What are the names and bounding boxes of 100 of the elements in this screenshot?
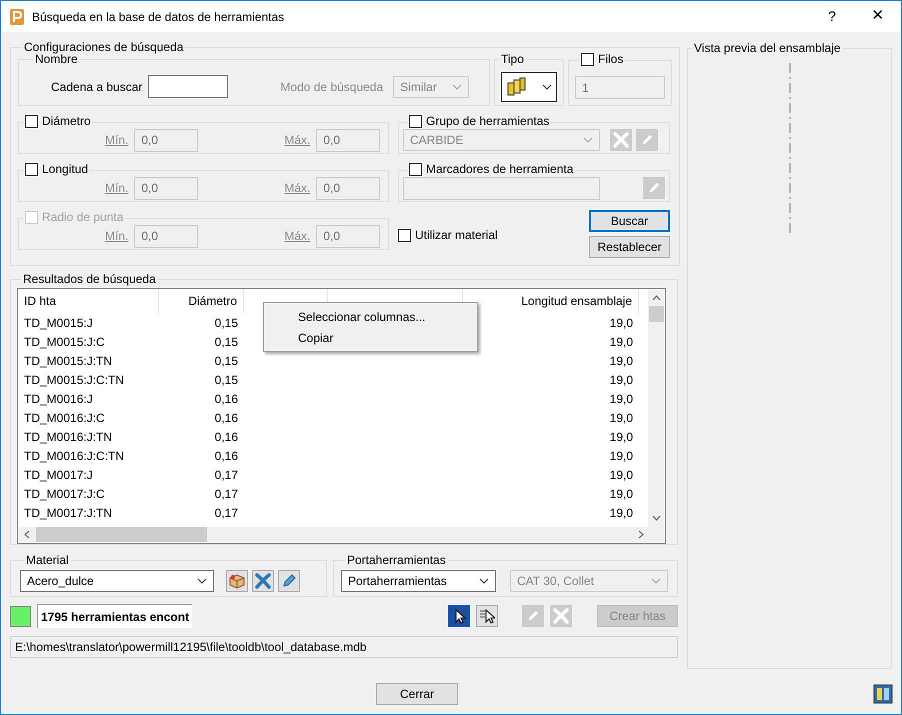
horizontal-scrollbar[interactable]	[18, 526, 665, 543]
table-cell-text: TD_M0015:J	[23, 314, 94, 332]
markers-field[interactable]	[403, 176, 600, 200]
select-list-button[interactable]	[476, 605, 498, 627]
status-indicator	[10, 606, 31, 626]
x-icon	[254, 572, 272, 590]
max-label: Máx.	[284, 132, 310, 149]
max-label: Máx.	[284, 228, 310, 245]
action-button[interactable]: Buscar	[589, 210, 670, 232]
group-label: Tipo	[501, 52, 524, 66]
table-cell-text: 0,16	[214, 448, 239, 464]
checkbox[interactable]	[25, 162, 38, 176]
table-cell-text: 19,0	[608, 390, 634, 408]
edit-material-button[interactable]	[278, 570, 300, 592]
table-cell-text: 19,0	[608, 428, 634, 446]
group-label: Portaherramientas	[347, 553, 446, 567]
table-cell-text: 0,15	[214, 352, 239, 370]
select-button[interactable]	[448, 605, 470, 627]
column-header[interactable]: Diámetro	[159, 289, 244, 313]
table-cell-text: TD_M0016:J:C	[23, 410, 106, 426]
range-label: Radio de punta	[42, 209, 124, 226]
cursor-icon	[479, 608, 495, 624]
min-field[interactable]: 0,0	[134, 176, 198, 200]
table-cell-text: 0,16	[214, 390, 239, 408]
table-cell-text: TD_M0017:J	[23, 466, 94, 484]
min-label: Mín.	[105, 132, 128, 149]
scroll-thumb[interactable]	[36, 527, 207, 542]
tool-type-dropdown[interactable]	[501, 72, 557, 102]
table-cell-text: TD_M0016:J:C:TN	[23, 448, 126, 464]
tool-group-label: Grupo de herramientas	[426, 113, 550, 130]
checkbox[interactable]	[398, 228, 411, 242]
table-cell-text: TD_M0015:J:TN	[23, 352, 114, 370]
close-dialog-button[interactable]: Cerrar	[376, 683, 458, 705]
checkbox[interactable]	[25, 114, 38, 128]
table-cell-text: 19,0	[608, 314, 634, 332]
close-button[interactable]: ✕	[855, 1, 901, 32]
scroll-up-icon[interactable]	[652, 295, 661, 301]
min-label: Mín.	[105, 228, 128, 245]
box-icon	[228, 572, 246, 588]
table-cell-text: 19,0	[608, 372, 634, 388]
window-title: Búsqueda en la base de datos de herramientas	[32, 8, 284, 26]
range-label: Longitud	[42, 161, 88, 178]
chevron-down-icon	[479, 578, 489, 584]
table-cell-text: 0,17	[214, 504, 239, 522]
min-label: Mín.	[105, 180, 128, 197]
table-cell-text: 19,0	[608, 352, 634, 370]
table-cell-text: TD_M0015:J:C	[23, 334, 106, 350]
scroll-thumb[interactable]	[649, 306, 664, 322]
max-field[interactable]: 0,0	[316, 128, 380, 152]
tool-icon	[506, 76, 528, 96]
chevron-down-icon	[197, 578, 207, 584]
table-cell-text: 19,0	[608, 466, 634, 484]
table-cell-text: 0,15	[214, 314, 239, 332]
table-cell-text: 0,16	[214, 428, 239, 446]
x-icon	[612, 130, 630, 148]
holder-dropdown[interactable]: Portaherramientas	[341, 570, 496, 592]
table-cell-text: 19,0	[608, 486, 634, 502]
min-field[interactable]: 0,0	[134, 128, 198, 152]
table-cell-text: TD_M0017:J:TN	[23, 504, 114, 522]
action-button[interactable]: Restablecer	[589, 236, 670, 258]
table-cell-text: 0,17	[214, 466, 239, 484]
table-cell-text: 0,15	[214, 372, 239, 388]
scroll-left-icon[interactable]	[24, 530, 30, 540]
material-box-button[interactable]	[226, 570, 248, 592]
pencil-icon	[281, 572, 297, 588]
menu-item[interactable]: Copiar	[264, 327, 477, 348]
database-path-field: E:\homes\translator\powermill12195\file\tooldb\tool_database.mdb	[10, 636, 678, 658]
checkbox[interactable]	[409, 114, 422, 128]
group-label: Configuraciones de búsqueda	[24, 40, 184, 54]
table-cell-text: 19,0	[608, 410, 634, 426]
search-string-field[interactable]	[148, 75, 228, 98]
scroll-down-icon[interactable]	[652, 514, 661, 521]
table-cell-text: 19,0	[608, 504, 634, 522]
table-cell-text: 0,15	[214, 334, 239, 350]
help-button[interactable]: ?	[809, 1, 855, 32]
search-string-label: Cadena a buscar	[51, 78, 142, 96]
checkbox[interactable]	[409, 162, 422, 176]
group-label: Material	[26, 553, 69, 567]
use-material-label: Utilizar material	[415, 227, 498, 244]
table-cell-text: TD_M0015:J:C:TN	[23, 372, 126, 388]
x-icon	[552, 607, 570, 625]
markers-label: Marcadores de herramienta	[426, 161, 574, 178]
table-cell-text: 19,0	[608, 334, 634, 350]
grid-icon	[873, 684, 893, 704]
table-cell-text: TD_M0016:J	[23, 390, 94, 408]
scroll-right-icon[interactable]	[638, 530, 644, 540]
material-dropdown[interactable]: Acero_dulce	[20, 570, 214, 592]
vertical-scrollbar[interactable]	[648, 289, 665, 527]
column-header[interactable]: ID hta	[18, 289, 159, 313]
flutes-field[interactable]: 1	[575, 76, 665, 100]
search-mode-label: Modo de búsqueda	[280, 78, 384, 96]
checkbox[interactable]	[581, 52, 594, 66]
max-field[interactable]: 0,0	[316, 176, 380, 200]
chevron-down-icon	[452, 84, 462, 90]
delete-material-button[interactable]	[252, 570, 274, 592]
group-label: Resultados de búsqueda	[23, 272, 156, 286]
table-cell-text: 0,17	[214, 486, 239, 502]
edit-markers-button[interactable]	[643, 177, 665, 199]
group-label: Nombre	[35, 52, 78, 66]
table-cell-text: 0,16	[214, 410, 239, 426]
